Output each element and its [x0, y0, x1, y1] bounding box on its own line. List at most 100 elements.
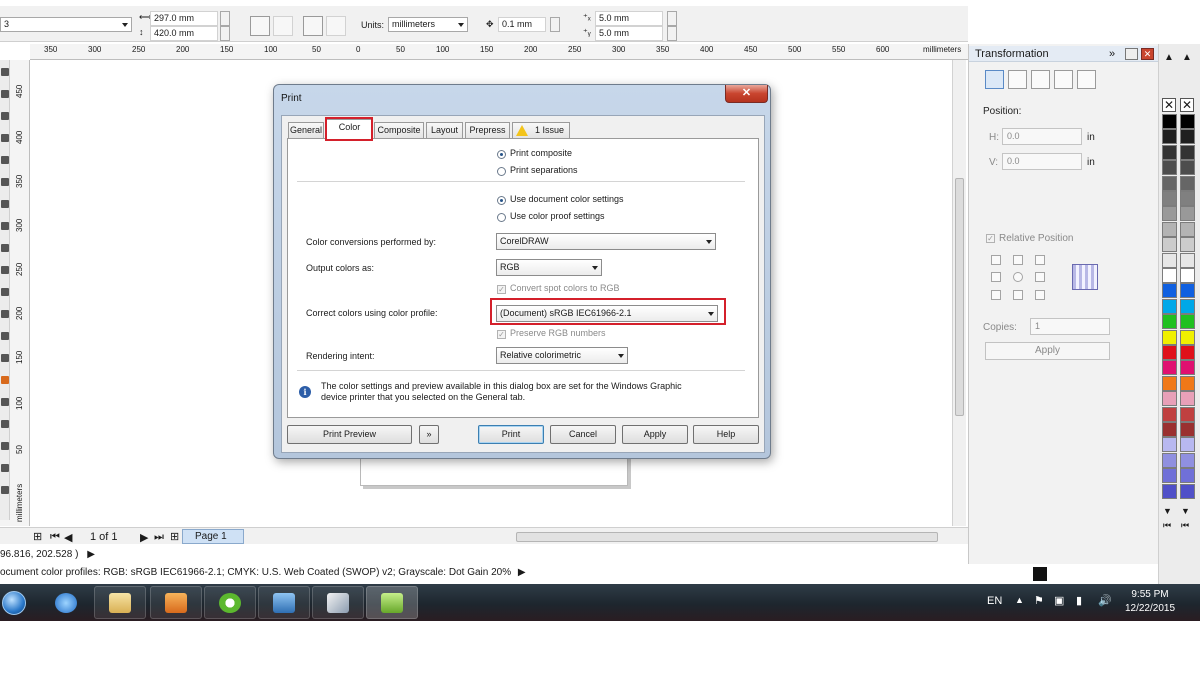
- print-button[interactable]: Print: [478, 425, 544, 444]
- anchor-bottom-left[interactable]: [991, 290, 1001, 300]
- apply-transform-button[interactable]: Apply: [985, 342, 1110, 360]
- color-swatch[interactable]: [1162, 422, 1177, 437]
- color-swatch[interactable]: [1162, 391, 1177, 407]
- relative-position-checkbox[interactable]: ✓: [986, 234, 995, 243]
- all-pages-button[interactable]: [303, 16, 323, 36]
- color-swatch[interactable]: [1162, 175, 1177, 191]
- smart-fill-tool-icon[interactable]: [1, 486, 9, 494]
- portrait-button[interactable]: [250, 16, 270, 36]
- device-icon[interactable]: ▣: [1054, 594, 1064, 607]
- color-swatch[interactable]: [1180, 329, 1195, 345]
- start-button[interactable]: [0, 586, 30, 619]
- color-swatch[interactable]: [1162, 114, 1177, 129]
- color-swatch[interactable]: [1180, 160, 1195, 176]
- copies-field[interactable]: 1: [1030, 318, 1110, 335]
- nudge-field[interactable]: 0.1 mm: [498, 17, 546, 32]
- print-composite-radio[interactable]: [497, 150, 506, 159]
- color-swatch[interactable]: [1162, 144, 1177, 160]
- anchor-middle-right[interactable]: [1035, 272, 1045, 282]
- position-mode-button[interactable]: [985, 70, 1004, 89]
- print-separations-radio[interactable]: [497, 167, 506, 176]
- color-swatch[interactable]: [1180, 422, 1195, 437]
- prev-page-icon[interactable]: ◀: [64, 531, 72, 544]
- convert-spot-checkbox[interactable]: ✓: [497, 285, 506, 294]
- color-swatch[interactable]: [1180, 391, 1195, 407]
- color-swatch[interactable]: [1180, 237, 1195, 253]
- color-swatch[interactable]: [1180, 483, 1195, 499]
- basic-shapes-tool-icon[interactable]: [1, 266, 9, 274]
- taskbar-file-explorer[interactable]: [94, 586, 146, 619]
- scale-mode-button[interactable]: [1031, 70, 1050, 89]
- color-swatch[interactable]: [1162, 452, 1177, 468]
- horizontal-scrollbar[interactable]: [516, 532, 938, 542]
- page-size-select[interactable]: 3: [0, 17, 132, 32]
- rendering-intent-select[interactable]: Relative colorimetric: [496, 347, 628, 364]
- taskbar-coreldraw[interactable]: [204, 586, 256, 619]
- color-swatch[interactable]: [1180, 191, 1195, 206]
- color-swatch[interactable]: [1162, 329, 1177, 345]
- expand-arrow-icon[interactable]: ▶: [518, 567, 526, 578]
- no-color-swatch-icon[interactable]: ✕: [1162, 98, 1176, 112]
- color-swatch[interactable]: [1162, 314, 1177, 330]
- close-icon[interactable]: ✕: [1141, 48, 1154, 60]
- color-swatch[interactable]: [1162, 160, 1177, 176]
- skew-mode-button[interactable]: [1077, 70, 1096, 89]
- current-page-button[interactable]: [326, 16, 346, 36]
- color-swatch[interactable]: [1180, 452, 1195, 468]
- text-tool-icon[interactable]: [1, 288, 9, 296]
- color-swatch[interactable]: [1180, 206, 1195, 222]
- transparency-tool-icon[interactable]: [1, 420, 9, 428]
- polygon-tool-icon[interactable]: [1, 244, 9, 252]
- color-swatch[interactable]: [1180, 437, 1195, 453]
- add-page-icon[interactable]: ⊞: [33, 530, 42, 543]
- color-swatch[interactable]: [1162, 375, 1177, 391]
- palette-end-icon[interactable]: ⏮: [1181, 520, 1189, 531]
- rectangle-tool-icon[interactable]: [1, 200, 9, 208]
- height-spinner[interactable]: [220, 26, 230, 41]
- color-swatch[interactable]: [1180, 114, 1195, 129]
- palette-scroll-down-icon[interactable]: ▼: [1163, 506, 1172, 516]
- anchor-bottom-right[interactable]: [1035, 290, 1045, 300]
- palette-scroll-up-icon[interactable]: ▲: [1182, 52, 1192, 63]
- taskbar-control-panel[interactable]: [258, 586, 310, 619]
- duplicate-x-field[interactable]: 5.0 mm: [595, 11, 663, 26]
- anchor-top-right[interactable]: [1035, 255, 1045, 265]
- zoom-tool-icon[interactable]: [1, 134, 9, 142]
- color-swatch[interactable]: [1180, 144, 1195, 160]
- output-colors-select[interactable]: RGB: [496, 259, 602, 276]
- dimension-tool-icon[interactable]: [1, 332, 9, 340]
- volume-icon[interactable]: 🔊: [1098, 594, 1112, 607]
- rotate-mode-button[interactable]: [1008, 70, 1027, 89]
- anchor-middle-left[interactable]: [991, 272, 1001, 282]
- color-swatch[interactable]: [1180, 360, 1195, 376]
- size-mode-button[interactable]: [1054, 70, 1073, 89]
- last-page-icon[interactable]: ⏭: [154, 531, 164, 544]
- color-swatch[interactable]: [1180, 406, 1195, 422]
- color-swatch[interactable]: [1162, 268, 1177, 283]
- h-position-field[interactable]: 0.0: [1002, 128, 1082, 145]
- tab-composite[interactable]: Composite: [374, 122, 424, 138]
- ellipse-tool-icon[interactable]: [1, 222, 9, 230]
- first-page-icon[interactable]: ⏮: [50, 531, 60, 544]
- anchor-bottom-center[interactable]: [1013, 290, 1023, 300]
- pick-tool-icon[interactable]: [1, 68, 9, 76]
- shadow-tool-icon[interactable]: [1, 398, 9, 406]
- tab-prepress[interactable]: Prepress: [465, 122, 510, 138]
- add-page-after-icon[interactable]: ⊞: [170, 530, 179, 543]
- page-width-field[interactable]: 297.0 mm: [150, 11, 218, 26]
- preserve-rgb-checkbox[interactable]: ✓: [497, 330, 506, 339]
- cancel-button[interactable]: Cancel: [550, 425, 616, 444]
- scroll-thumb[interactable]: [955, 178, 964, 416]
- color-swatch[interactable]: [1180, 268, 1195, 283]
- landscape-button[interactable]: [273, 16, 293, 36]
- system-clock[interactable]: 9:55 PM 12/22/2015: [1120, 588, 1180, 616]
- language-indicator[interactable]: EN: [987, 595, 1002, 607]
- action-center-icon[interactable]: ⚑: [1034, 594, 1044, 607]
- color-swatch[interactable]: [1180, 129, 1195, 145]
- artistic-media-tool-icon[interactable]: [1, 178, 9, 186]
- crop-tool-icon[interactable]: [1, 112, 9, 120]
- color-swatch[interactable]: [1162, 191, 1177, 206]
- table-tool-icon[interactable]: [1, 310, 9, 318]
- nudge-spinner[interactable]: [550, 17, 560, 32]
- color-swatch[interactable]: [1162, 283, 1177, 299]
